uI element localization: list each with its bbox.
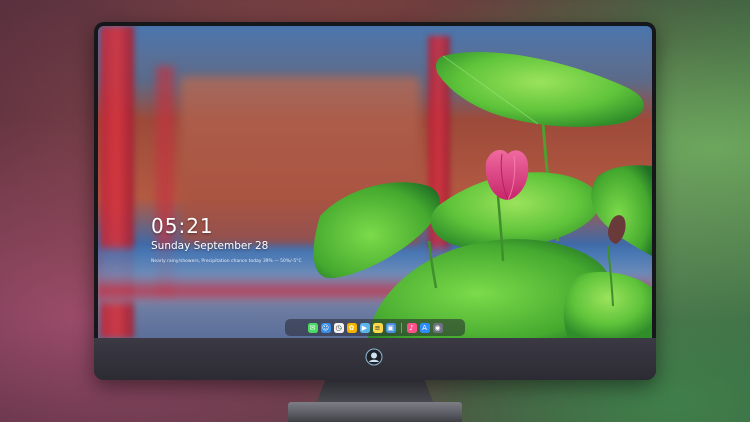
monitor-stand-neck	[316, 380, 434, 404]
lock-screen[interactable]: 05:21 Sunday September 28 Nearly rainy/s…	[98, 26, 652, 338]
weather-status: Nearly rainy/showers, Precipitation chan…	[151, 259, 302, 264]
dock: ✉ ☺ ◷ ✿ ▶ ≡ ▣ ♪ A ◉	[285, 319, 465, 336]
brand-logo-icon	[365, 348, 383, 366]
lotus-leaf-top	[435, 51, 644, 127]
monitor-stand-base	[288, 402, 462, 422]
notes-icon[interactable]: ≡	[372, 322, 383, 333]
camera-icon[interactable]: ◉	[432, 322, 443, 333]
photos-icon[interactable]: ✿	[346, 322, 357, 333]
gallery-icon[interactable]: ▣	[385, 322, 396, 333]
monitor: 05:21 Sunday September 28 Nearly rainy/s…	[94, 22, 656, 380]
finder-icon[interactable]: ☺	[320, 322, 331, 333]
lotus-leaf-middle	[313, 182, 440, 279]
wallpaper-lotus	[313, 51, 652, 338]
messages-icon[interactable]: ✉	[307, 322, 318, 333]
app-store-icon[interactable]: A	[419, 322, 430, 333]
clock-icon[interactable]: ◷	[333, 322, 344, 333]
claquette-icon[interactable]: ▶	[359, 322, 370, 333]
lock-clock: 05:21	[151, 214, 214, 238]
music-icon[interactable]: ♪	[406, 322, 417, 333]
dock-separator	[400, 322, 402, 333]
lock-date: Sunday September 28	[151, 240, 269, 252]
